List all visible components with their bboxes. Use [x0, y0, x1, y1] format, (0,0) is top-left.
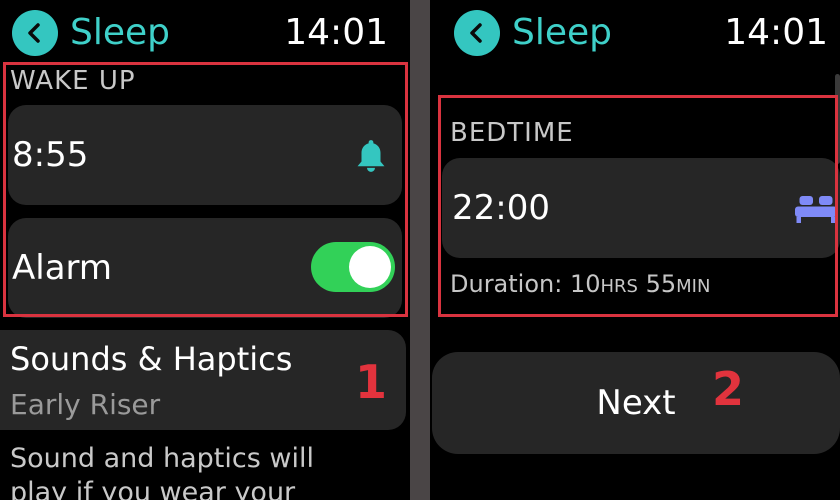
- clock-time: 14:01: [284, 12, 388, 53]
- highlight-box-wake-up: [3, 62, 408, 317]
- sounds-haptics-title: Sounds & Haptics: [10, 340, 293, 378]
- header: Sleep 14:01: [0, 0, 410, 66]
- sounds-haptics-value: Early Riser: [10, 388, 161, 421]
- step-number-2: 2: [712, 362, 745, 416]
- sounds-description: Sound and haptics will play if you wear …: [10, 443, 314, 500]
- wake-up-screen: Sleep 14:01 WAKE UP 8:55 Alarm Sounds & …: [0, 0, 410, 500]
- back-chevron-icon: [470, 23, 482, 43]
- back-chevron-icon: [28, 23, 40, 43]
- header: Sleep 14:01: [430, 0, 840, 66]
- step-number-1: 1: [355, 355, 388, 409]
- next-button[interactable]: Next: [432, 352, 840, 454]
- clock-time: 14:01: [724, 12, 828, 53]
- back-button[interactable]: [454, 10, 500, 56]
- back-button[interactable]: [12, 10, 58, 56]
- panel-divider: [410, 0, 430, 500]
- bedtime-screen: Sleep 14:01 BEDTIME 22:00 Duration: 10HR…: [430, 0, 840, 500]
- screen-title: Sleep: [512, 12, 613, 53]
- screen-title: Sleep: [70, 12, 171, 53]
- highlight-box-bedtime: [438, 95, 838, 317]
- sounds-haptics-row[interactable]: Sounds & Haptics Early Riser: [0, 330, 406, 430]
